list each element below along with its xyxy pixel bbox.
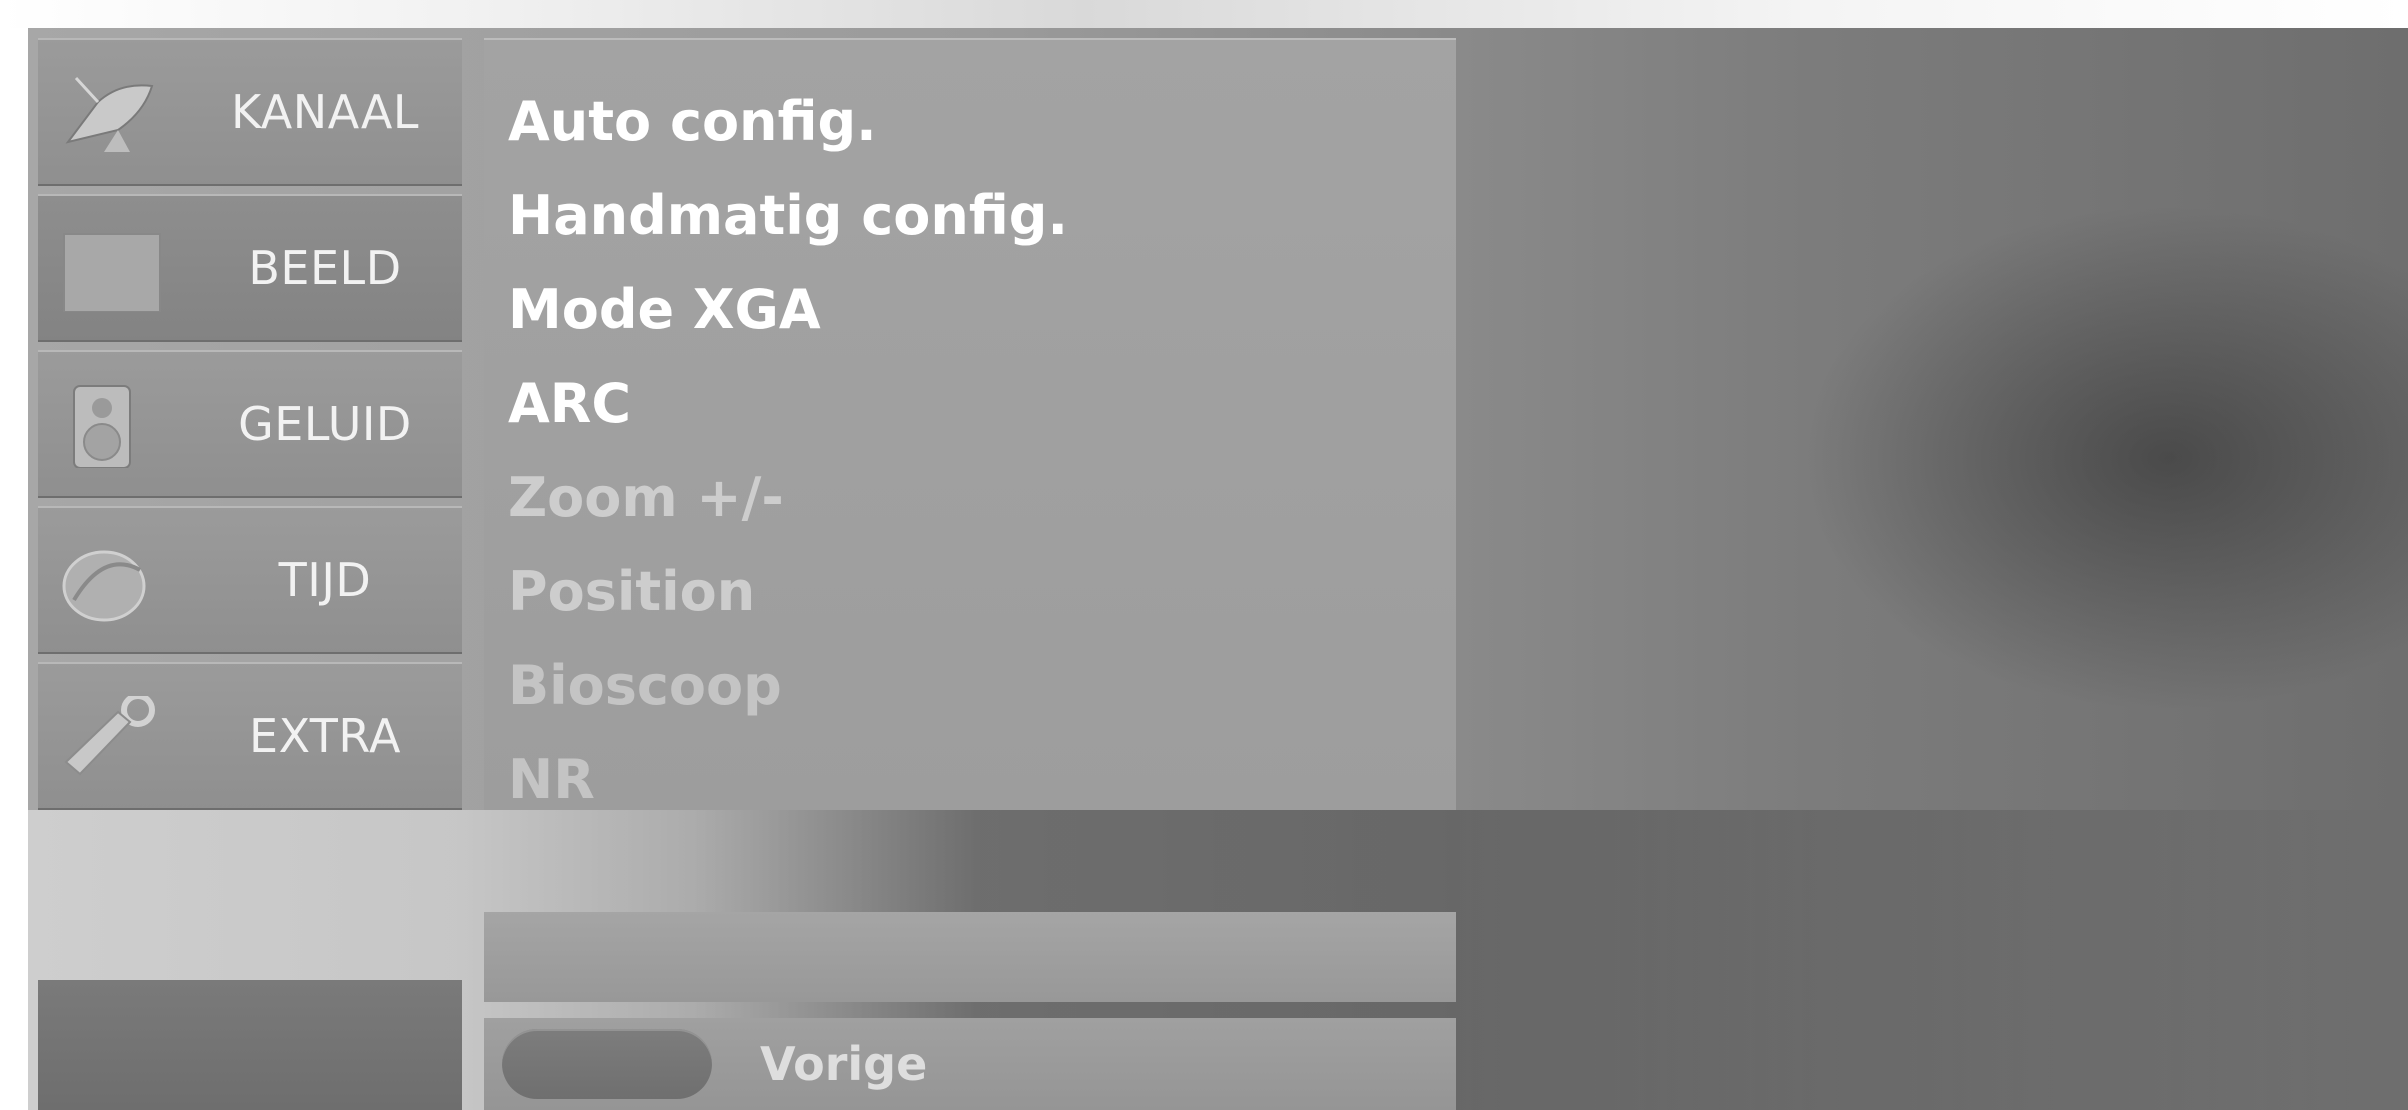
sidebar-bottom-block xyxy=(38,980,462,1110)
category-geluid[interactable]: GELUID xyxy=(38,350,462,498)
submenu-panel: Auto config. Handmatig config. Mode XGA … xyxy=(484,38,1456,811)
menu-item-mode-xga[interactable]: Mode XGA xyxy=(508,262,1456,356)
category-label: EXTRA xyxy=(249,709,401,763)
info-bar xyxy=(484,912,1456,1002)
top-strip xyxy=(0,0,2408,28)
category-kanaal[interactable]: KANAAL xyxy=(38,38,462,186)
back-button[interactable] xyxy=(502,1029,712,1099)
satellite-dish-icon xyxy=(65,76,154,152)
category-label: BEELD xyxy=(248,241,402,295)
footer-bar: Vorige xyxy=(484,1018,1456,1110)
menu-item-position: Position xyxy=(508,559,756,623)
tv-osd-screen: KANAAL BEELD GELUID TIJD EXTRA Auto conf… xyxy=(0,0,2408,1110)
wrench-icon xyxy=(64,696,155,776)
category-tijd[interactable]: TIJD xyxy=(38,506,462,654)
category-label: GELUID xyxy=(238,397,412,451)
category-extra[interactable]: EXTRA xyxy=(38,662,462,810)
clock-icon xyxy=(62,550,146,622)
speaker-icon xyxy=(73,385,131,468)
category-label: KANAAL xyxy=(230,85,420,139)
menu-item-arc[interactable]: ARC xyxy=(508,356,1456,450)
menu-item-auto-config[interactable]: Auto config. xyxy=(508,74,1456,168)
menu-item-nr: NR xyxy=(508,747,595,811)
menu-item-zoom: Zoom +/- xyxy=(508,465,784,529)
menu-item-handmatig-config[interactable]: Handmatig config. xyxy=(508,168,1456,262)
back-label: Vorige xyxy=(760,1037,928,1091)
submenu-list: Auto config. Handmatig config. Mode XGA … xyxy=(484,38,1456,826)
category-sidebar: KANAAL BEELD GELUID TIJD EXTRA xyxy=(38,38,462,818)
category-label: TIJD xyxy=(278,553,372,607)
category-beeld[interactable]: BEELD xyxy=(38,194,462,342)
menu-item-bioscoop: Bioscoop xyxy=(508,653,782,717)
picture-square-icon xyxy=(63,233,161,312)
